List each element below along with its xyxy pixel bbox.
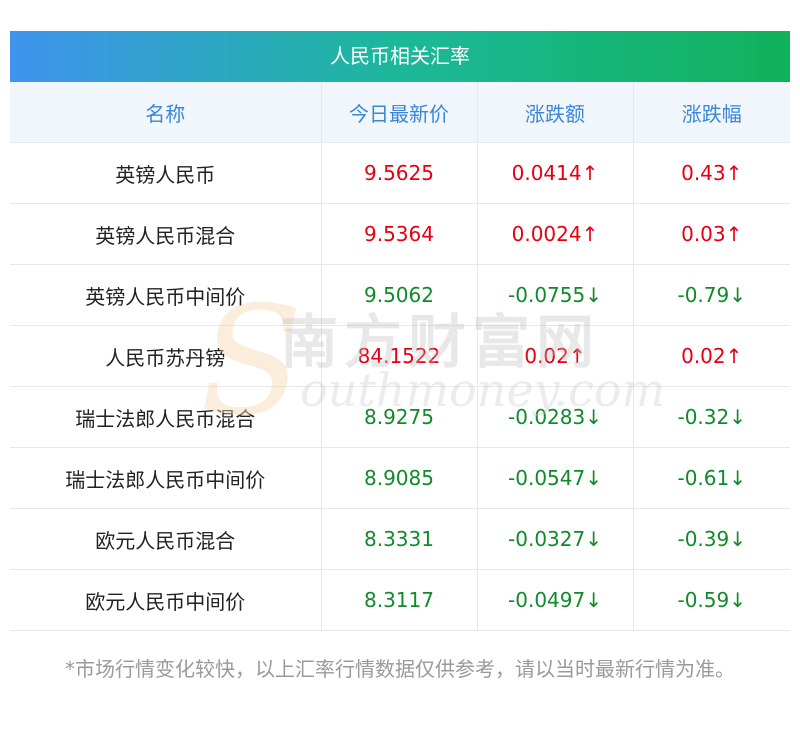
rate-price: 9.5625 xyxy=(320,142,477,204)
rate-pct: -0.39↓ xyxy=(632,508,790,570)
table-row: 瑞士法郎人民币中间价 8.9085 -0.0547↓ -0.61↓ xyxy=(10,447,790,509)
table-row: 英镑人民币中间价 9.5062 -0.0755↓ -0.79↓ xyxy=(10,264,790,326)
table-header-row: 名称 今日最新价 涨跌额 涨跌幅 xyxy=(10,82,790,143)
rate-name: 瑞士法郎人民币中间价 xyxy=(10,447,321,509)
table-row: 欧元人民币混合 8.3331 -0.0327↓ -0.39↓ xyxy=(10,508,790,570)
rate-pct: -0.79↓ xyxy=(632,264,790,326)
rate-pct: 0.02↑ xyxy=(632,325,790,387)
rate-change: -0.0283↓ xyxy=(476,386,633,448)
rate-change: -0.0755↓ xyxy=(476,264,633,326)
rate-pct: -0.59↓ xyxy=(632,569,790,631)
rate-price: 9.5364 xyxy=(320,203,477,265)
panel-title: 人民币相关汇率 xyxy=(10,31,790,82)
rate-name: 欧元人民币混合 xyxy=(10,508,321,570)
rate-pct: 0.03↑ xyxy=(632,203,790,265)
rate-change: -0.0547↓ xyxy=(476,447,633,509)
rate-pct: -0.32↓ xyxy=(632,386,790,448)
column-header-name: 名称 xyxy=(10,82,321,143)
table-row: 人民币苏丹镑 84.1522 0.02↑ 0.02↑ xyxy=(10,325,790,387)
table-row: 瑞士法郎人民币混合 8.9275 -0.0283↓ -0.32↓ xyxy=(10,386,790,448)
table-row: 欧元人民币中间价 8.3117 -0.0497↓ -0.59↓ xyxy=(10,569,790,631)
rate-name: 瑞士法郎人民币混合 xyxy=(10,386,321,448)
rate-change: 0.0024↑ xyxy=(476,203,633,265)
rate-pct: 0.43↑ xyxy=(632,142,790,204)
rate-name: 英镑人民币混合 xyxy=(10,203,321,265)
rate-price: 8.3117 xyxy=(320,569,477,631)
rate-price: 8.9275 xyxy=(320,386,477,448)
rate-change: 0.02↑ xyxy=(476,325,633,387)
table-row: 英镑人民币混合 9.5364 0.0024↑ 0.03↑ xyxy=(10,203,790,265)
disclaimer-footnote: *市场行情变化较快，以上汇率行情数据仅供参考，请以当时最新行情为准。 xyxy=(65,657,735,681)
table-row: 英镑人民币 9.5625 0.0414↑ 0.43↑ xyxy=(10,142,790,204)
rate-change: -0.0327↓ xyxy=(476,508,633,570)
rate-pct: -0.61↓ xyxy=(632,447,790,509)
rate-change: 0.0414↑ xyxy=(476,142,633,204)
rates-table: 名称 今日最新价 涨跌额 涨跌幅 英镑人民币 9.5625 0.0414↑ 0.… xyxy=(10,82,790,631)
column-header-change: 涨跌额 xyxy=(476,82,633,143)
column-header-pct: 涨跌幅 xyxy=(632,82,790,143)
rate-name: 英镑人民币 xyxy=(10,142,321,204)
rate-price: 8.9085 xyxy=(320,447,477,509)
rate-price: 8.3331 xyxy=(320,508,477,570)
rate-price: 9.5062 xyxy=(320,264,477,326)
column-header-price: 今日最新价 xyxy=(320,82,477,143)
rate-price: 84.1522 xyxy=(320,325,477,387)
rate-change: -0.0497↓ xyxy=(476,569,633,631)
rate-name: 人民币苏丹镑 xyxy=(10,325,321,387)
rate-name: 英镑人民币中间价 xyxy=(10,264,321,326)
rates-panel: 人民币相关汇率 名称 今日最新价 涨跌额 涨跌幅 英镑人民币 9.5625 0.… xyxy=(10,31,790,631)
rate-name: 欧元人民币中间价 xyxy=(10,569,321,631)
